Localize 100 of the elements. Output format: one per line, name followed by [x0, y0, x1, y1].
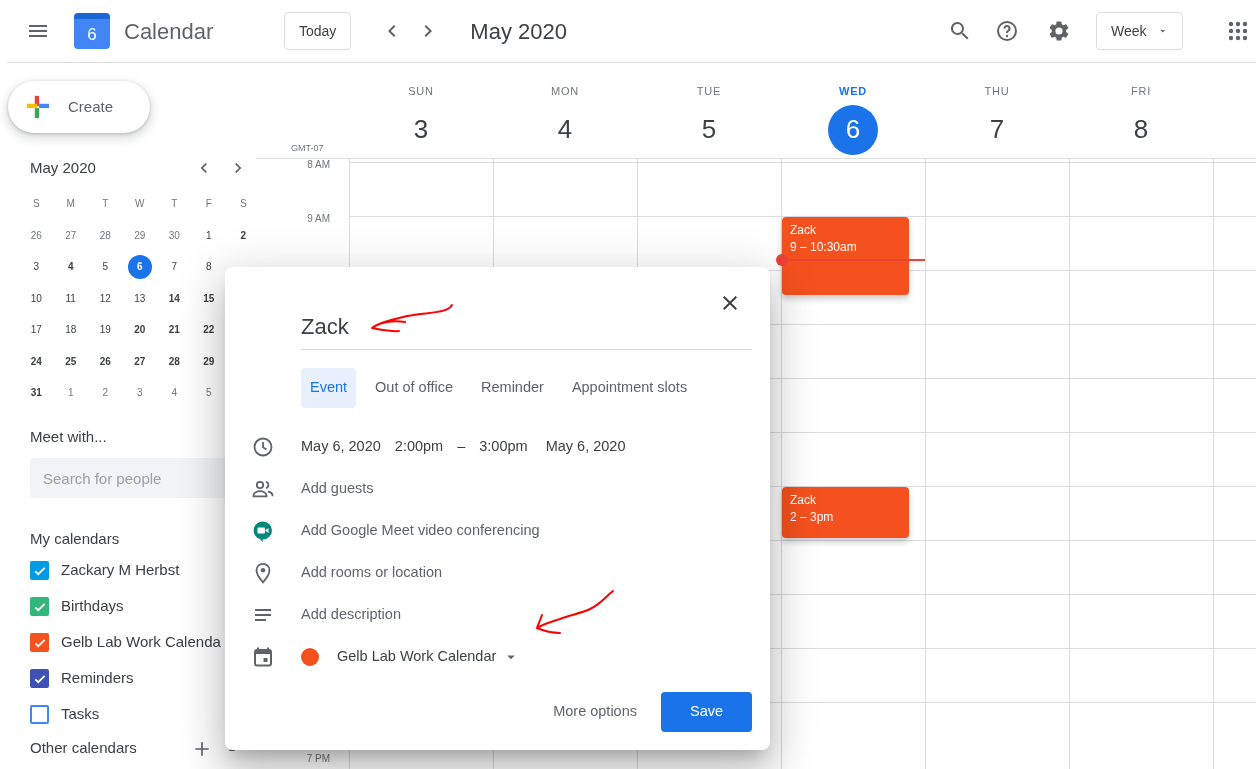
weekday-label: F — [204, 197, 213, 212]
clock-icon — [251, 435, 275, 459]
mini-calendar-day[interactable]: 4 — [58, 254, 83, 279]
mini-calendar-day[interactable]: 11 — [58, 286, 83, 311]
period-title: May 2020 — [470, 17, 567, 46]
mini-calendar-day[interactable]: 4 — [162, 380, 187, 405]
more-options-button[interactable]: More options — [547, 692, 643, 732]
calendar-icon — [251, 645, 275, 669]
end-time[interactable]: 3:00pm — [479, 436, 528, 458]
mini-calendar-day[interactable]: 20 — [127, 317, 152, 342]
mini-calendar-day[interactable]: 25 — [58, 349, 83, 374]
mini-calendar-day[interactable]: 28 — [162, 349, 187, 374]
mini-calendar-day[interactable]: 14 — [162, 286, 187, 311]
event-time: 9 – 10:30am — [790, 239, 858, 256]
calendar-color-dot — [301, 648, 319, 666]
option-link[interactable]: Add description — [301, 604, 401, 626]
mini-calendar-day[interactable]: 7 — [162, 254, 187, 279]
mini-calendar-day[interactable]: 26 — [24, 223, 49, 248]
mini-calendar-title: May 2020 — [30, 157, 97, 178]
section-heading: Meet with... — [30, 426, 108, 447]
mini-calendar-day[interactable]: 10 — [24, 286, 49, 311]
tab[interactable]: Out of office — [366, 368, 462, 408]
weekday-name: MON — [550, 84, 580, 99]
calendar-dropdown[interactable]: Gelb Lab Work Calendar — [337, 646, 521, 668]
day-number[interactable]: 7 — [972, 104, 1022, 155]
calendar-name: Gelb Lab Work Calenda — [61, 632, 221, 653]
mini-calendar-day[interactable]: 29 — [127, 223, 152, 248]
help-icon[interactable] — [995, 19, 1019, 43]
view-dropdown[interactable]: Week — [1096, 12, 1183, 50]
section-heading: Other calendars — [30, 738, 138, 759]
weekday-name: FRI — [1130, 84, 1152, 99]
mini-calendar-day[interactable]: 27 — [127, 349, 152, 374]
mini-calendar-day[interactable]: 5 — [196, 380, 221, 405]
tab[interactable]: Reminder — [472, 368, 553, 408]
start-time[interactable]: 2:00pm — [394, 436, 444, 458]
weekday-name: WED — [838, 84, 868, 99]
end-date[interactable]: May 6, 2020 — [545, 436, 626, 458]
mini-calendar-day[interactable]: 13 — [127, 286, 152, 311]
timezone-label: GMT-07 — [291, 141, 324, 155]
mini-calendar-day[interactable]: 29 — [196, 349, 221, 374]
mini-calendar-day[interactable]: 1 — [196, 223, 221, 248]
mini-calendar-day[interactable]: 17 — [24, 317, 49, 342]
plus-icon[interactable] — [24, 93, 52, 121]
calendar-name: Zackary M Herbst — [61, 560, 180, 581]
mini-calendar-day[interactable]: 1 — [58, 380, 83, 405]
mini-calendar-day[interactable]: 12 — [93, 286, 118, 311]
mini-calendar-day[interactable]: 21 — [162, 317, 187, 342]
option-link[interactable]: Add Google Meet video conferencing — [301, 520, 540, 542]
start-date[interactable]: May 6, 2020 — [301, 436, 381, 458]
weekday-label: S — [238, 197, 248, 212]
mini-calendar-day[interactable]: 15 — [196, 286, 221, 311]
option-link[interactable]: Add rooms or location — [301, 562, 443, 584]
mini-calendar-day[interactable]: 3 — [127, 380, 152, 405]
mini-calendar-day[interactable]: 31 — [24, 380, 49, 405]
mini-calendar-day[interactable]: 8 — [196, 254, 221, 279]
mini-calendar-day[interactable]: 6 — [127, 254, 152, 279]
mini-calendar-day[interactable]: 3 — [24, 254, 49, 279]
today-button[interactable]: Today — [284, 12, 352, 50]
mini-calendar-day[interactable]: 5 — [93, 254, 118, 279]
mini-calendar-day[interactable]: 27 — [58, 223, 83, 248]
weekday-label: S — [31, 197, 41, 212]
create-button[interactable]: Create — [8, 81, 150, 133]
mini-calendar-day[interactable]: 18 — [58, 317, 83, 342]
mini-calendar-day[interactable]: 30 — [162, 223, 187, 248]
calendar-name: Tasks — [61, 704, 100, 725]
day-number[interactable]: 5 — [684, 104, 734, 155]
settings-icon[interactable] — [1047, 19, 1071, 43]
day-number[interactable]: 6 — [828, 104, 878, 155]
apps-grid-icon[interactable] — [1226, 19, 1250, 43]
mini-calendar-day[interactable]: 2 — [231, 223, 256, 248]
tab[interactable]: Appointment slots — [562, 368, 697, 408]
hour-label: 8 AM — [307, 159, 330, 172]
mini-calendar-day[interactable]: 24 — [24, 349, 49, 374]
option-link[interactable]: Add guests — [301, 478, 374, 500]
mini-calendar-day[interactable]: 19 — [93, 317, 118, 342]
checkbox[interactable] — [30, 705, 49, 724]
weekday-label: W — [134, 197, 146, 212]
event-title: Zack — [790, 492, 817, 509]
event-chip[interactable]: Zack 2 – 3pm — [782, 487, 909, 538]
weekday-name: TUE — [696, 84, 722, 99]
mini-calendar-day[interactable]: 2 — [93, 380, 118, 405]
tab[interactable]: Event — [301, 368, 357, 408]
mini-calendar-day[interactable]: 28 — [93, 223, 118, 248]
day-number[interactable]: 8 — [1116, 104, 1166, 155]
weekday-name: SUN — [408, 84, 434, 99]
day-number[interactable]: 4 — [540, 104, 590, 155]
weekday-name: THU — [984, 84, 1010, 99]
mini-calendar-day[interactable]: 26 — [93, 349, 118, 374]
hour-label: 7 PM — [306, 752, 330, 766]
save-button[interactable]: Save — [661, 692, 752, 732]
mini-calendar-day[interactable]: 22 — [196, 317, 221, 342]
calendar-name: Birthdays — [61, 596, 124, 617]
app-name: Calendar — [124, 17, 214, 46]
calendar-name: Reminders — [61, 668, 134, 689]
day-number[interactable]: 3 — [396, 104, 446, 155]
time-separator: – — [457, 437, 466, 457]
title-field[interactable]: Zack — [301, 310, 752, 350]
weekday-label: T — [170, 197, 179, 212]
hour-label: 9 AM — [307, 212, 330, 226]
logo-date: 6 — [87, 25, 97, 43]
